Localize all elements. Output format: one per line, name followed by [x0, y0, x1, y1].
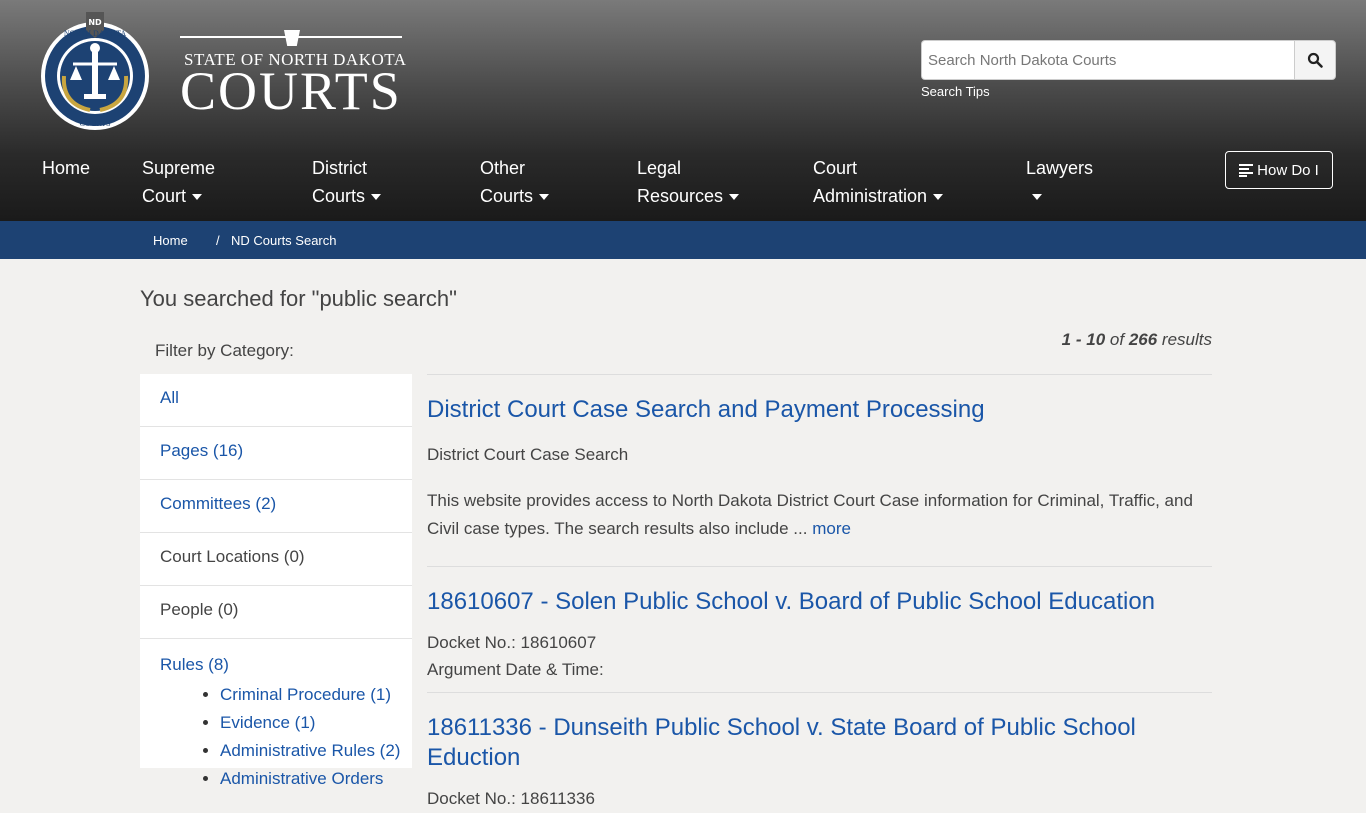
brand-courts-text: COURTS — [180, 61, 402, 121]
caret-down-icon — [933, 194, 944, 201]
breadcrumb-current: ND Courts Search — [231, 233, 337, 248]
seal-tag-text: ND — [88, 18, 102, 27]
subcategory-evidence[interactable]: Evidence (1) — [220, 713, 315, 732]
site-header: ND NORTH DAKOTA COURTS STATE OF NORTH DA… — [0, 0, 1366, 221]
result-docket: Docket No.: 18610607 — [427, 633, 597, 652]
subcategory-administrative-orders[interactable]: Administrative Orders — [220, 769, 383, 788]
category-people: People (0) — [140, 586, 412, 639]
category-all[interactable]: All — [140, 374, 412, 427]
result-snippet: This website provides access to North Da… — [427, 491, 1193, 538]
category-filter: All Pages (16) Committees (2) Court Loca… — [140, 374, 412, 788]
nav-legal-resources[interactable]: Legal Resources — [637, 154, 740, 210]
category-rules: Rules (8) Criminal Procedure (1) Evidenc… — [140, 639, 412, 793]
nav-lawyers[interactable]: Lawyers — [1026, 154, 1093, 210]
subcategory-administrative-rules[interactable]: Administrative Rules (2) — [220, 741, 400, 760]
search-input[interactable] — [921, 40, 1294, 80]
more-link[interactable]: more — [812, 519, 851, 538]
result-title-link[interactable]: District Court Case Search and Payment P… — [427, 395, 1212, 425]
search-icon — [1307, 52, 1323, 68]
caret-down-icon — [539, 194, 550, 201]
search-button[interactable] — [1294, 40, 1336, 80]
filter-label: Filter by Category: — [155, 341, 294, 360]
search-result: District Court Case Search and Payment P… — [427, 374, 1212, 566]
category-pages[interactable]: Pages (16) — [140, 427, 412, 480]
nav-court-administration[interactable]: Court Administration — [813, 154, 944, 210]
category-court-locations: Court Locations (0) — [140, 533, 412, 586]
main-nav: Home Supreme Court District Courts Other… — [0, 150, 1366, 221]
list-icon — [1239, 164, 1254, 177]
seal-top-text: NORTH DAKOTA — [64, 29, 126, 38]
search-results: District Court Case Search and Payment P… — [427, 374, 1212, 813]
nav-supreme-court[interactable]: Supreme Court — [142, 154, 215, 210]
page-title: You searched for "public search" — [140, 286, 457, 311]
court-seal-logo[interactable]: ND NORTH DAKOTA COURTS — [40, 12, 150, 132]
result-title-link[interactable]: 18611336 - Dunseith Public School v. Sta… — [427, 713, 1212, 773]
caret-down-icon — [371, 194, 382, 201]
breadcrumb: Home / ND Courts Search — [0, 221, 1366, 259]
list-item: Evidence (1) — [220, 709, 412, 737]
nav-home[interactable]: Home — [42, 154, 90, 182]
search-result: 18611336 - Dunseith Public School v. Sta… — [427, 692, 1212, 813]
result-title-link[interactable]: 18610607 - Solen Public School v. Board … — [427, 587, 1212, 617]
result-docket: Docket No.: 18611336 — [427, 789, 595, 808]
list-item: Administrative Orders — [220, 765, 412, 793]
caret-down-icon — [1032, 194, 1042, 201]
search-result: 18610607 - Solen Public School v. Board … — [427, 566, 1212, 692]
nav-district-courts[interactable]: District Courts — [312, 154, 382, 210]
category-committees[interactable]: Committees (2) — [140, 480, 412, 533]
category-rules-link[interactable]: Rules (8) — [160, 655, 412, 675]
site-brand[interactable]: STATE OF NORTH DAKOTA COURTS — [180, 30, 410, 120]
how-do-i-button[interactable]: How Do I — [1225, 151, 1333, 189]
result-count: 1 - 10 of 266 results — [1061, 330, 1212, 349]
caret-down-icon — [729, 194, 740, 201]
list-item: Criminal Procedure (1) — [220, 681, 412, 709]
result-subtitle: District Court Case Search — [427, 445, 629, 464]
caret-down-icon — [192, 194, 203, 201]
search-tips-link[interactable]: Search Tips — [921, 84, 990, 99]
rules-subcategory-list: Criminal Procedure (1) Evidence (1) Admi… — [220, 681, 412, 793]
subcategory-criminal-procedure[interactable]: Criminal Procedure (1) — [220, 685, 391, 704]
breadcrumb-home[interactable]: Home — [153, 233, 188, 248]
result-argument-date: Argument Date & Time: — [427, 660, 604, 679]
site-search — [921, 40, 1336, 80]
nav-other-courts[interactable]: Other Courts — [480, 154, 550, 210]
seal-bottom-text: COURTS — [79, 119, 110, 128]
breadcrumb-separator: / — [216, 233, 220, 248]
list-item: Administrative Rules (2) — [220, 737, 412, 765]
